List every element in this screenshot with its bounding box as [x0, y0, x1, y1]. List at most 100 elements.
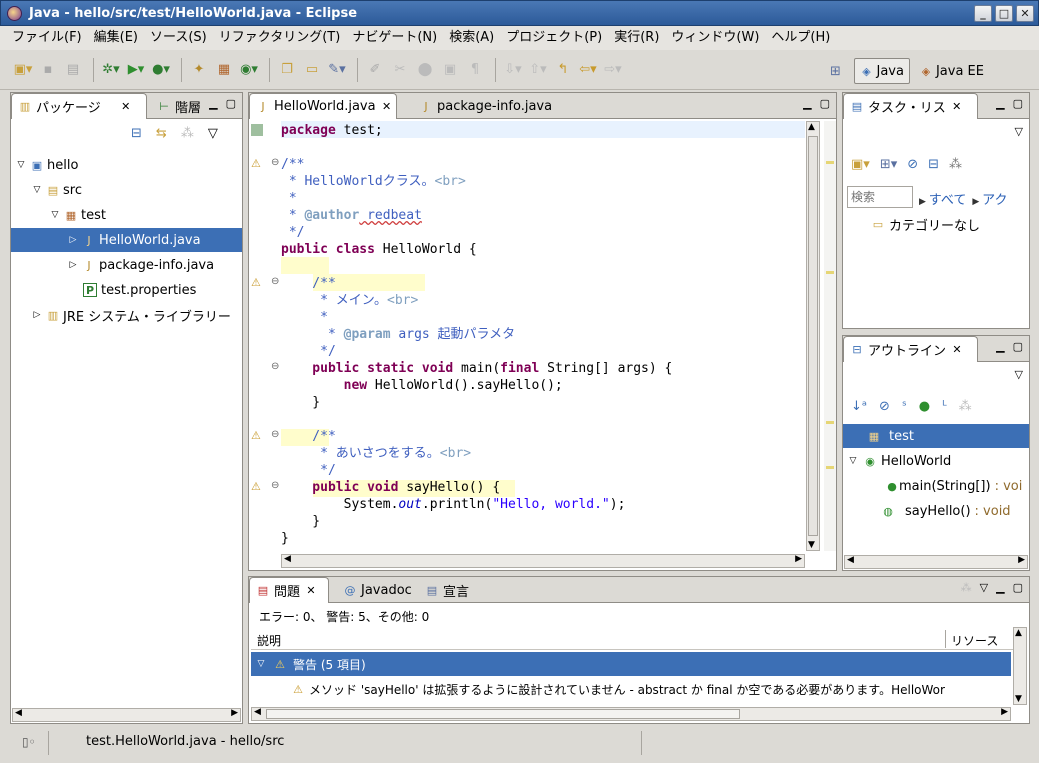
- code-line[interactable]: }: [281, 530, 289, 547]
- close-icon[interactable]: ✕: [304, 584, 318, 598]
- expand-icon[interactable]: ▽: [31, 185, 43, 195]
- maximize-view-icon[interactable]: ▢: [1013, 581, 1023, 594]
- code-line[interactable]: */: [281, 343, 336, 360]
- run-icon[interactable]: ▶▾: [125, 59, 147, 81]
- code-line[interactable]: */: [281, 224, 305, 241]
- menu-search[interactable]: 検索(A): [443, 26, 500, 50]
- maximize-view-icon[interactable]: ▢: [226, 97, 236, 110]
- print-icon[interactable]: ▤: [62, 59, 84, 81]
- code-line[interactable]: *: [281, 190, 297, 207]
- warning-marker[interactable]: ⚠: [251, 429, 261, 442]
- code-line[interactable]: /**: [281, 156, 304, 173]
- code-line[interactable]: */: [281, 462, 336, 479]
- fold-icon[interactable]: ⊖: [271, 429, 279, 440]
- view-menu-dots-icon[interactable]: ⁂: [961, 581, 972, 594]
- tree-item-package-info[interactable]: ▷ J package-info.java: [11, 253, 242, 277]
- fold-icon[interactable]: ⊖: [271, 276, 279, 287]
- code-line[interactable]: * @param args 起動パラメタ: [281, 326, 515, 343]
- collapse-icon[interactable]: ▷: [67, 235, 79, 245]
- menu-source[interactable]: ソース(S): [144, 26, 213, 50]
- warning-group-row[interactable]: ▽ ⚠ 警告 (5 項目): [251, 652, 1011, 676]
- warning-marker[interactable]: ⚠: [251, 480, 261, 493]
- problem-row[interactable]: ⚠ メソッド 'sayHello' は拡張するように設計されていません - ab…: [251, 677, 1011, 701]
- synchronize-icon[interactable]: ⁂: [949, 157, 962, 172]
- warning-marker[interactable]: ⚠: [251, 157, 261, 170]
- collapse-icon[interactable]: ▷: [67, 260, 79, 270]
- back-icon[interactable]: ⇦▾: [577, 59, 599, 81]
- code-line[interactable]: * あいさつをする。<br>: [281, 445, 471, 462]
- prev-annotation-icon[interactable]: ⇧▾: [527, 59, 549, 81]
- menu-file[interactable]: ファイル(F): [6, 26, 88, 50]
- tree-item-helloworld[interactable]: ▷ J HelloWorld.java: [11, 228, 242, 252]
- view-menu-icon[interactable]: ▽: [1015, 368, 1023, 381]
- fast-view-icon[interactable]: ▯◦: [22, 735, 36, 749]
- outline-item-class[interactable]: ▽ ◉ HelloWorld: [843, 449, 1029, 473]
- problems-horizontal-scrollbar[interactable]: ◀ ▶: [251, 707, 1011, 721]
- hide-static-icon[interactable]: ˢ: [902, 399, 907, 414]
- tab-package-explorer[interactable]: ▥ パッケージ ✕: [11, 93, 147, 119]
- menu-project[interactable]: プロジェクト(P): [500, 26, 608, 50]
- code-line[interactable]: /**: [281, 275, 336, 292]
- tree-item-jre[interactable]: ▷ ▥ JRE システム・ライブラリー: [11, 303, 242, 327]
- new-class-icon[interactable]: ◉▾: [238, 59, 260, 81]
- menu-window[interactable]: ウィンドウ(W): [665, 26, 765, 50]
- overview-ruler[interactable]: [824, 121, 836, 551]
- new-icon[interactable]: ▣▾: [12, 59, 34, 81]
- close-icon[interactable]: ✕: [950, 100, 964, 114]
- minimize-view-icon[interactable]: ▁: [996, 581, 1004, 594]
- tree-item-src[interactable]: ▽ ▤ src: [11, 178, 242, 202]
- close-icon[interactable]: ✕: [119, 100, 133, 114]
- tab-problems[interactable]: ▤ 問題 ✕: [249, 577, 329, 603]
- search-tool-icon[interactable]: ✎▾: [326, 59, 348, 81]
- java-perspective-button[interactable]: ◈ Java: [853, 58, 910, 84]
- debug-icon[interactable]: ✲▾: [100, 59, 122, 81]
- expand-icon[interactable]: ▽: [49, 210, 61, 220]
- maximize-view-icon[interactable]: ▢: [1013, 340, 1023, 353]
- code-line[interactable]: * HelloWorldクラス。<br>: [281, 173, 466, 190]
- maximize-view-icon[interactable]: ▢: [1013, 97, 1023, 110]
- javaee-perspective-button[interactable]: ◈ Java EE: [914, 58, 989, 84]
- code-line[interactable]: }: [281, 394, 320, 411]
- fold-icon[interactable]: ⊖: [271, 361, 279, 372]
- code-line[interactable]: *: [281, 309, 328, 326]
- view-menu-icon[interactable]: ▽: [1015, 125, 1023, 138]
- open-folder-icon[interactable]: ▭: [301, 59, 323, 81]
- tree-item-test[interactable]: ▽ ▦ test: [11, 203, 242, 227]
- filter-completed-icon[interactable]: ⊘: [907, 157, 918, 172]
- tab-package-info-java[interactable]: J package-info.java: [413, 93, 558, 119]
- filter-all-link[interactable]: ▶ すべて: [919, 189, 966, 208]
- expand-icon[interactable]: ▽: [15, 160, 27, 170]
- paragraph-icon[interactable]: ¶: [464, 59, 486, 81]
- expand-icon[interactable]: ▽: [847, 456, 859, 466]
- expand-icon[interactable]: ▽: [255, 659, 267, 669]
- tab-task-list[interactable]: ▤ タスク・リス ✕: [843, 93, 978, 119]
- code-line[interactable]: package test;: [281, 122, 383, 139]
- editor-vertical-scrollbar[interactable]: ▲ ▼: [806, 121, 820, 551]
- hide-fields-icon[interactable]: ⊘: [879, 399, 890, 414]
- tab-declaration[interactable]: ▤ 宣言: [419, 577, 475, 603]
- minimize-view-icon[interactable]: ▁: [996, 340, 1004, 353]
- view-menu-icon[interactable]: ▽: [208, 126, 218, 141]
- horizontal-scrollbar[interactable]: ◀ ▶: [844, 555, 1028, 569]
- toggle-icon[interactable]: ⬤: [414, 59, 436, 81]
- tab-outline[interactable]: ⊟ アウトライン ✕: [843, 336, 978, 362]
- editor-horizontal-scrollbar[interactable]: ◀ ▶: [281, 554, 805, 568]
- code-line[interactable]: public void sayHello() {: [281, 479, 500, 496]
- menu-edit[interactable]: 編集(E): [88, 26, 144, 50]
- close-icon[interactable]: ✕: [380, 100, 394, 114]
- close-button[interactable]: ✕: [1016, 5, 1034, 22]
- menu-refactor[interactable]: リファクタリング(T): [213, 26, 347, 50]
- annotation-icon[interactable]: ✐: [364, 59, 386, 81]
- sort-icon[interactable]: ↓ᵃ: [851, 399, 867, 414]
- menu-help[interactable]: ヘルプ(H): [765, 26, 836, 50]
- view-menu-icon[interactable]: ▽: [980, 581, 988, 594]
- code-line[interactable]: * @author redbeat: [281, 207, 422, 224]
- fold-icon[interactable]: ⊖: [271, 157, 279, 168]
- categorize-icon[interactable]: ⊞▾: [880, 157, 897, 172]
- view-menu-dots-icon[interactable]: ⁂: [181, 126, 194, 141]
- minimize-view-icon[interactable]: ▁: [996, 97, 1004, 110]
- new-package-icon[interactable]: ▦: [213, 59, 235, 81]
- new-java-project-icon[interactable]: ✦: [188, 59, 210, 81]
- fold-icon[interactable]: ⊖: [271, 480, 279, 491]
- open-perspective-icon[interactable]: ⊞: [825, 60, 847, 82]
